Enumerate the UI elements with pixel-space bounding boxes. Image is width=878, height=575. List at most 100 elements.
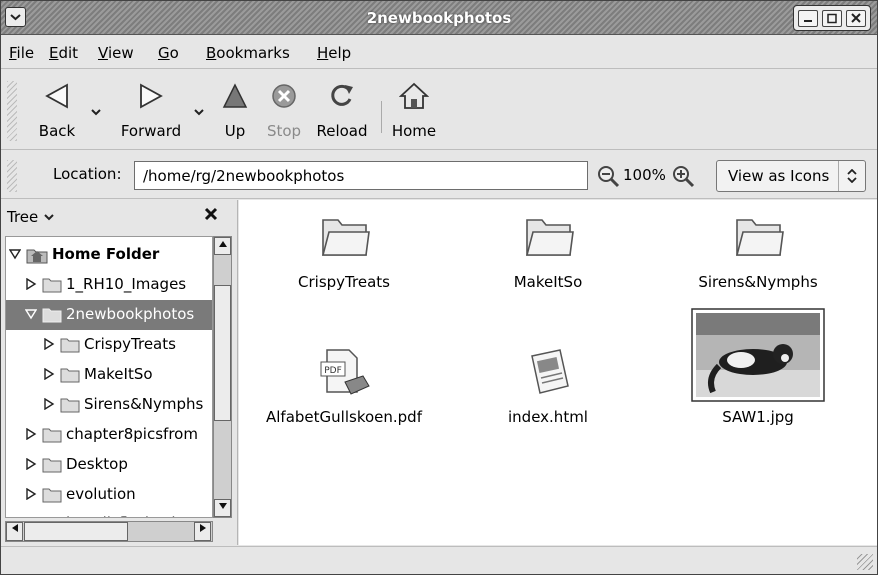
expander-closed-icon[interactable] (43, 368, 55, 380)
expander-closed-icon[interactable] (43, 338, 55, 350)
file-item-folder[interactable]: Sirens&Nymphs (663, 212, 853, 302)
tree-item[interactable]: 1_RH10_Images (6, 270, 212, 300)
minimize-icon (804, 20, 812, 22)
forward-history-dropdown[interactable] (193, 106, 205, 120)
menu-bookmarks[interactable]: Bookmarks (206, 44, 290, 62)
zoom-in-icon[interactable] (671, 164, 695, 188)
up-button[interactable]: Up (215, 71, 255, 150)
tree-item[interactable]: chapter8picsfrom (6, 420, 212, 450)
stop-icon (272, 84, 296, 108)
folder-icon (60, 368, 80, 383)
location-label: Location: (53, 165, 122, 183)
expander-closed-icon[interactable] (25, 458, 37, 470)
reload-button[interactable]: Reload (310, 71, 374, 150)
menu-go[interactable]: Go (158, 44, 179, 62)
folder-tree[interactable]: Home Folder 1_RH10_Images 2newbookphotos… (5, 236, 213, 518)
status-bar (1, 546, 877, 574)
menu-bar: File Edit View Go Bookmarks Help (1, 37, 877, 69)
scroll-down-button[interactable] (214, 499, 231, 517)
folder-icon (60, 338, 80, 353)
open-folder-icon (42, 308, 62, 323)
tree-item[interactable]: CrispyTreats (6, 330, 212, 360)
folder-icon (525, 219, 574, 256)
tree-item[interactable]: MakeItSo (6, 360, 212, 390)
arrow-down-icon (218, 503, 227, 509)
folder-icon (42, 428, 62, 443)
file-item-folder[interactable]: CrispyTreats (249, 212, 439, 302)
menu-file[interactable]: File (9, 44, 34, 62)
maximize-button[interactable] (822, 10, 842, 27)
tree-vertical-scrollbar[interactable] (213, 236, 232, 518)
tree-item-home-folder[interactable]: Home Folder (6, 240, 212, 270)
view-as-dropdown[interactable]: View as Icons (716, 160, 866, 192)
scroll-right-button[interactable] (194, 522, 211, 541)
side-pane-header: Tree (1, 200, 237, 234)
view-as-label: View as Icons (728, 167, 830, 185)
tree-item[interactable]: install_flash_player (6, 509, 212, 518)
file-item-image[interactable]: SAW1.jpg (663, 308, 853, 436)
toolbar-grip[interactable] (7, 81, 17, 141)
maximize-icon (827, 13, 837, 24)
close-icon (204, 207, 218, 221)
close-side-pane-button[interactable] (203, 206, 219, 227)
forward-arrow-icon (140, 83, 163, 109)
tree-item[interactable]: Sirens&Nymphs (6, 390, 212, 420)
home-icon (399, 82, 429, 109)
image-thumbnail-icon (691, 308, 825, 402)
folder-icon (42, 278, 62, 293)
chevron-down-icon (194, 109, 204, 116)
folder-icon (735, 219, 784, 256)
menu-help[interactable]: Help (317, 44, 351, 62)
folder-icon (42, 515, 62, 518)
expander-closed-icon[interactable] (43, 398, 55, 410)
chevron-down-icon (44, 214, 54, 221)
arrow-up-icon (218, 241, 227, 247)
scroll-left-button[interactable] (6, 522, 23, 541)
expander-closed-icon[interactable] (25, 278, 37, 290)
icon-view[interactable]: CrispyTreats MakeItSo Sirens&Nymphs PDF … (239, 200, 877, 545)
expander-closed-icon[interactable] (25, 428, 37, 440)
expander-open-icon[interactable] (9, 248, 21, 260)
chevron-updown-icon (838, 161, 865, 191)
arrow-left-icon (11, 524, 18, 532)
side-pane: Tree Home Folder 1_RH10_Images 2newbookp… (1, 200, 238, 545)
minimize-button[interactable] (798, 10, 818, 27)
folder-icon (42, 488, 62, 503)
title-bar[interactable]: 2newbookphotos (1, 1, 877, 35)
menu-edit[interactable]: Edit (49, 44, 78, 62)
window-controls (793, 5, 871, 31)
back-history-dropdown[interactable] (90, 106, 102, 120)
home-folder-icon (26, 249, 48, 264)
tree-item-selected[interactable]: 2newbookphotos (6, 300, 212, 330)
tree-vertical-scroll-thumb[interactable] (214, 285, 231, 421)
chevron-down-icon (91, 109, 101, 116)
menu-view[interactable]: View (98, 44, 134, 62)
toolbar-separator (381, 101, 382, 133)
resize-grip-icon[interactable] (857, 554, 873, 570)
toolbar: Back Forward Up Stop Reload Home (1, 71, 877, 150)
close-window-button[interactable] (846, 10, 866, 27)
forward-button[interactable]: Forward (111, 71, 191, 150)
file-item-pdf[interactable]: PDF AlfabetGullskoen.pdf (249, 346, 439, 436)
html-document-icon (531, 349, 569, 394)
tree-item[interactable]: Desktop (6, 450, 212, 480)
location-bar-grip[interactable] (7, 160, 17, 192)
location-input[interactable] (134, 161, 588, 190)
zoom-level[interactable]: 100% (623, 166, 666, 184)
file-item-html[interactable]: index.html (453, 346, 643, 436)
scroll-up-button[interactable] (214, 237, 231, 255)
back-button[interactable]: Back (27, 71, 87, 150)
folder-icon (42, 458, 62, 473)
tree-item[interactable]: evolution (6, 480, 212, 510)
expander-open-icon[interactable] (25, 308, 37, 320)
tree-horizontal-scroll-thumb[interactable] (24, 522, 128, 541)
side-pane-mode-selector[interactable]: Tree (7, 208, 55, 226)
stop-button[interactable]: Stop (260, 71, 308, 150)
zoom-out-icon[interactable] (596, 164, 620, 188)
tree-horizontal-scrollbar[interactable] (5, 521, 213, 542)
expander-closed-icon[interactable] (25, 488, 37, 500)
pdf-icon: PDF (320, 349, 370, 395)
home-button[interactable]: Home (388, 71, 440, 150)
expander-closed-icon[interactable] (25, 517, 37, 518)
file-item-folder[interactable]: MakeItSo (453, 212, 643, 302)
